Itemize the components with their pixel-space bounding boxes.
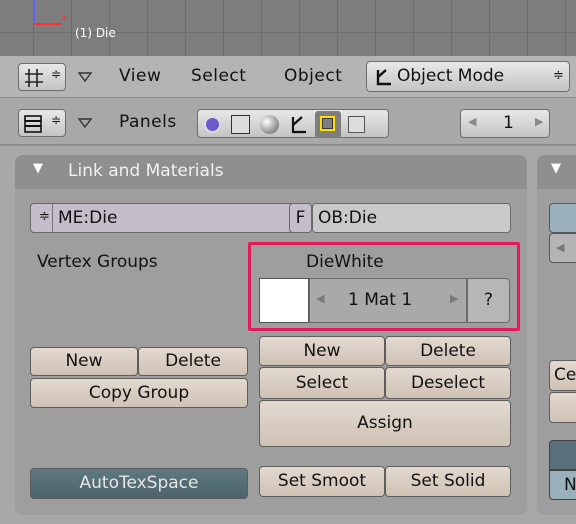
collapse-triangle-icon[interactable] <box>77 116 93 130</box>
menu-select[interactable]: Select <box>191 66 246 86</box>
grid-icon <box>25 69 43 87</box>
question-label: ? <box>483 290 494 310</box>
shading-context-icon[interactable] <box>260 115 279 134</box>
object-name: OB:Die <box>318 208 378 228</box>
mesh-name: ME:Die <box>58 208 118 228</box>
buttons-window-icon <box>24 115 42 133</box>
mat-deselect-button[interactable]: Deselect <box>385 367 511 399</box>
panel-header[interactable]: ▼ Link and Materials <box>15 155 527 189</box>
vertex-groups-label: Vertex Groups <box>37 252 158 272</box>
autotexspace-toggle[interactable]: AutoTexSpace <box>30 468 248 499</box>
updown-arrow-icon: ≑ <box>51 67 62 81</box>
collapse-triangle-icon[interactable]: ▼ <box>33 161 43 176</box>
editor-type-selector[interactable]: ≑ <box>18 109 66 137</box>
axis-gizmo-icon: x <box>33 0 67 25</box>
editor-type-selector[interactable]: ≑ <box>18 63 66 91</box>
right-ce-button[interactable]: Ce <box>549 360 576 391</box>
mode-selector[interactable]: Object Mode ≑ <box>366 61 570 92</box>
right-panel-header[interactable]: ▼ <box>537 155 576 189</box>
svg-text:x: x <box>61 12 67 23</box>
arrow-right-icon: ▶ <box>450 292 459 305</box>
3d-viewport[interactable]: x (1) Die <box>0 0 576 56</box>
separator <box>52 204 53 232</box>
mat-new-button[interactable]: New <box>259 336 385 366</box>
panel-title: Link and Materials <box>68 161 224 181</box>
arrow-right-icon: ▶ <box>535 115 544 128</box>
fake-user-label: F <box>295 208 306 228</box>
updown-arrow-icon: ≑ <box>553 68 564 83</box>
mesh-link-field[interactable]: ≑ ME:Die <box>30 203 312 233</box>
logic-context-icon[interactable] <box>204 116 221 133</box>
set-solid-button[interactable]: Set Solid <box>385 466 511 497</box>
set-smooth-button[interactable]: Set Smoot <box>259 466 385 497</box>
vg-new-button[interactable]: New <box>30 347 138 376</box>
arrow-left-icon: ◀ <box>316 292 325 305</box>
material-name: DieWhite <box>306 252 384 272</box>
editing-context-selected[interactable] <box>315 111 341 138</box>
scene-context-icon[interactable] <box>348 116 365 133</box>
arrow-left-icon: ◀ <box>556 241 565 254</box>
object-context-icon[interactable] <box>288 114 310 136</box>
collapse-triangle-icon[interactable]: ▼ <box>551 161 561 176</box>
editing-context-icon <box>320 116 335 131</box>
fake-user-button[interactable]: F <box>289 203 312 233</box>
script-context-icon[interactable] <box>231 115 250 134</box>
menu-view[interactable]: View <box>119 66 161 86</box>
menu-object[interactable]: Object <box>284 66 342 86</box>
mode-label: Object Mode <box>397 66 505 86</box>
material-index-field[interactable]: ◀ 1 Mat 1 ▶ <box>309 278 467 323</box>
right-button[interactable] <box>549 392 576 423</box>
menu-panels[interactable]: Panels <box>119 112 177 132</box>
layer-number: 1 <box>503 113 514 133</box>
material-color-swatch[interactable] <box>259 278 309 323</box>
mat-assign-button[interactable]: Assign <box>259 400 511 447</box>
collapse-triangle-icon[interactable] <box>77 70 93 84</box>
updown-arrow-icon: ≑ <box>51 113 62 127</box>
material-index: 1 Mat 1 <box>348 290 413 310</box>
right-toggle[interactable] <box>549 440 576 470</box>
layer-number-field[interactable]: ◀ 1 ▶ <box>460 109 550 138</box>
object-mode-icon <box>376 69 391 86</box>
vg-delete-button[interactable]: Delete <box>138 347 248 376</box>
right-panel-field[interactable] <box>549 203 576 233</box>
viewport-title: (1) Die <box>75 26 116 40</box>
object-link-field[interactable]: OB:Die <box>312 203 511 233</box>
context-buttons <box>197 109 389 138</box>
updown-arrow-icon: ≑ <box>39 209 50 224</box>
copy-group-button[interactable]: Copy Group <box>30 378 248 408</box>
mat-select-button[interactable]: Select <box>259 367 385 399</box>
right-n-button[interactable]: N <box>549 470 576 500</box>
right-panel-number-field[interactable]: ◀ <box>549 233 576 263</box>
mat-delete-button[interactable]: Delete <box>385 336 511 366</box>
material-query-button[interactable]: ? <box>467 278 510 323</box>
arrow-left-icon: ◀ <box>468 115 477 128</box>
